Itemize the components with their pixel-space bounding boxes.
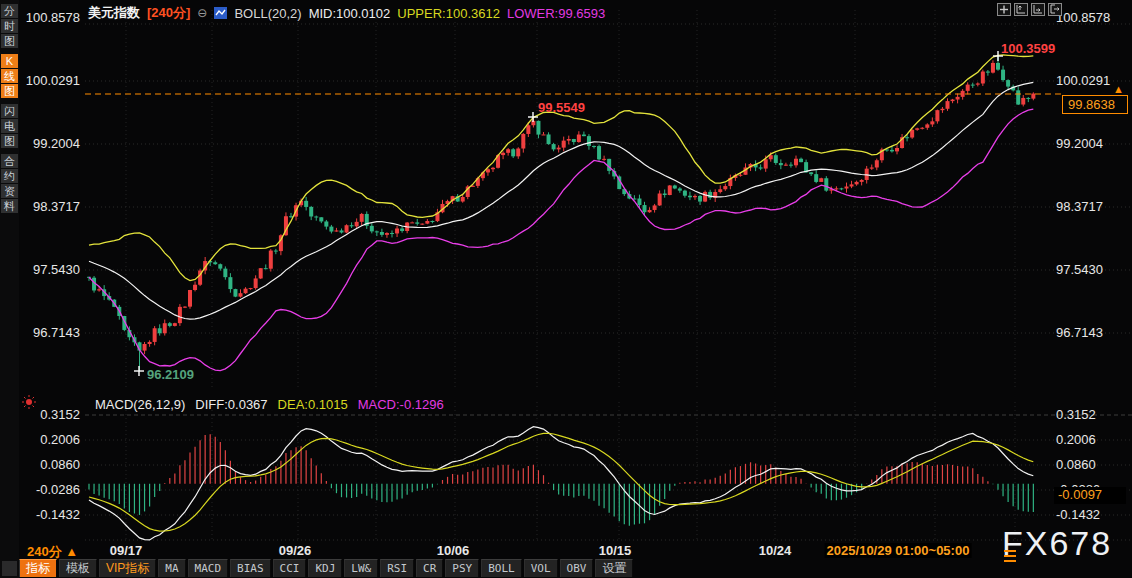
macd-dea-value: DEA:0.1015	[278, 397, 348, 412]
price-up-arrow-icon: ▲	[1113, 83, 1124, 95]
toolbar-item-7[interactable]: KDJ	[308, 559, 342, 577]
date-label: 09/26	[279, 543, 312, 558]
macd-params: MACD(26,12,9)	[95, 397, 185, 412]
toolbar-item-4[interactable]: MACD	[188, 559, 229, 577]
price-tick-left: 96.7143	[18, 325, 80, 340]
price-tick-left: 97.5430	[18, 262, 80, 277]
price-tick-right: 100.8578	[1056, 10, 1132, 25]
toolbar-item-10[interactable]: CR	[416, 559, 443, 577]
price-annotation: 100.3599	[1001, 41, 1055, 56]
toolbar-item-5[interactable]: BIAS	[230, 559, 271, 577]
sidebar-tab-1[interactable]: K线图	[1, 54, 18, 99]
date-axis: 09/17 09/26 10/06 10/15 10/24 2025/10/29 01:0…	[0, 543, 1132, 559]
toolbar-item-8[interactable]: LW&	[344, 559, 378, 577]
boll-label: BOLL(20,2)	[234, 6, 301, 21]
window-icons	[997, 3, 1062, 16]
crosshair-icon[interactable]	[997, 3, 1011, 16]
price-tick-right: 99.2004	[1056, 136, 1132, 151]
sidebar-tab-char: 图	[1, 84, 18, 98]
sidebar-tab-char: 线	[1, 69, 18, 83]
chart-canvas	[0, 0, 1132, 578]
toolbar-item-15[interactable]: 设置	[595, 559, 633, 577]
macd-tick-right: -0.1432	[1056, 507, 1132, 522]
collapse-icon[interactable]: ⊖	[197, 6, 207, 20]
macd-tick-right: 0.3152	[1056, 407, 1132, 422]
macd-tick-left: -0.0286	[18, 482, 80, 497]
period-tag: [240分]	[147, 4, 190, 22]
sidebar-tab-char: 图	[1, 134, 18, 148]
price-tick-left: 98.3717	[18, 199, 80, 214]
macd-tick-left: 0.0860	[18, 457, 80, 472]
boll-upper-value: UPPER:100.3612	[397, 6, 500, 21]
price-tick-left: 100.0291	[18, 73, 80, 88]
boll-mid-value: MID:100.0102	[309, 6, 391, 21]
sidebar-tab-char: 时	[1, 19, 18, 33]
date-label: 10/15	[599, 543, 632, 558]
exit-icon[interactable]	[1048, 3, 1062, 16]
price-tick-right: 96.7143	[1056, 325, 1132, 340]
sidebar-tab-char: 料	[1, 199, 18, 213]
toolbar-item-0[interactable]: 指标	[19, 559, 57, 577]
toolbar-item-9[interactable]: RSI	[380, 559, 414, 577]
price-tick-right: 97.5430	[1056, 262, 1132, 277]
sidebar-tab-0[interactable]: 分时图	[1, 4, 18, 49]
current-macd-badge: -0.0097	[1054, 487, 1126, 504]
macd-macd-value: MACD:-0.1296	[358, 397, 444, 412]
macd-tick-right: 0.0860	[1056, 457, 1132, 472]
macd-tick-right: 0.2006	[1056, 432, 1132, 447]
toolbar-item-2[interactable]: VIP指标	[99, 559, 156, 577]
chart-type-icon[interactable]	[214, 7, 227, 19]
indicator-dot-icon[interactable]	[21, 394, 37, 410]
toolbar-item-14[interactable]: OBV	[560, 559, 594, 577]
price-annotation: 99.5549	[538, 100, 585, 115]
chart-title-bar: 美元指数 [240分] ⊖ BOLL(20,2) MID:100.0102 UP…	[88, 4, 605, 22]
macd-tick-left: -0.1432	[18, 507, 80, 522]
toolbar-item-11[interactable]: PSY	[445, 559, 479, 577]
price-tick-left: 100.8578	[18, 10, 80, 25]
axis-up-icon[interactable]	[1014, 3, 1028, 16]
sidebar-tab-char: K	[1, 54, 18, 68]
toolbar-item-13[interactable]: VOL	[524, 559, 558, 577]
date-label: 2025/10/29 01:00~05:00	[825, 543, 972, 558]
toolbar-item-3[interactable]: MA	[158, 559, 185, 577]
toolbar-item-1[interactable]: 模板	[59, 559, 97, 577]
current-price-badge: 99.8638	[1062, 95, 1128, 114]
toolbar-corner-tile	[2, 561, 17, 576]
sidebar-tab-char: 图	[1, 34, 18, 48]
bottom-toolbar: 指标模板VIP指标MAMACDBIASCCIKDJLW&RSICRPSYBOLL…	[19, 559, 1132, 578]
boll-lower-value: LOWER:99.6593	[507, 6, 605, 21]
date-label: 09/17	[110, 543, 143, 558]
axis-right-icon[interactable]	[1031, 3, 1045, 16]
sidebar-tab-char: 分	[1, 4, 18, 18]
sidebar-tab-3[interactable]: 合约资料	[1, 154, 18, 214]
chart-window: 美元指数 [240分] ⊖ BOLL(20,2) MID:100.0102 UP…	[0, 0, 1132, 578]
price-tick-left: 99.2004	[18, 136, 80, 151]
macd-tick-left: 0.2006	[18, 432, 80, 447]
price-tick-right: 98.3717	[1056, 199, 1132, 214]
toolbar-item-6[interactable]: CCI	[273, 559, 307, 577]
sidebar-tab-char: 电	[1, 119, 18, 133]
sidebar-tab-2[interactable]: 闪电图	[1, 104, 18, 149]
symbol-name: 美元指数	[88, 4, 140, 22]
sidebar-tab-char: 合	[1, 154, 18, 168]
sidebar-tab-char: 闪	[1, 104, 18, 118]
price-annotation: 96.2109	[147, 367, 194, 382]
date-label: 10/06	[437, 543, 470, 558]
left-sidebar: 分时图K线图闪电图合约资料	[0, 0, 19, 578]
macd-diff-value: DIFF:0.0367	[195, 397, 267, 412]
sidebar-tab-char: 资	[1, 184, 18, 198]
date-label: 10/24	[759, 543, 792, 558]
toolbar-item-12[interactable]: BOLL	[481, 559, 522, 577]
macd-header: MACD(26,12,9) DIFF:0.0367 DEA:0.1015 MAC…	[95, 397, 444, 412]
sidebar-tab-char: 约	[1, 169, 18, 183]
